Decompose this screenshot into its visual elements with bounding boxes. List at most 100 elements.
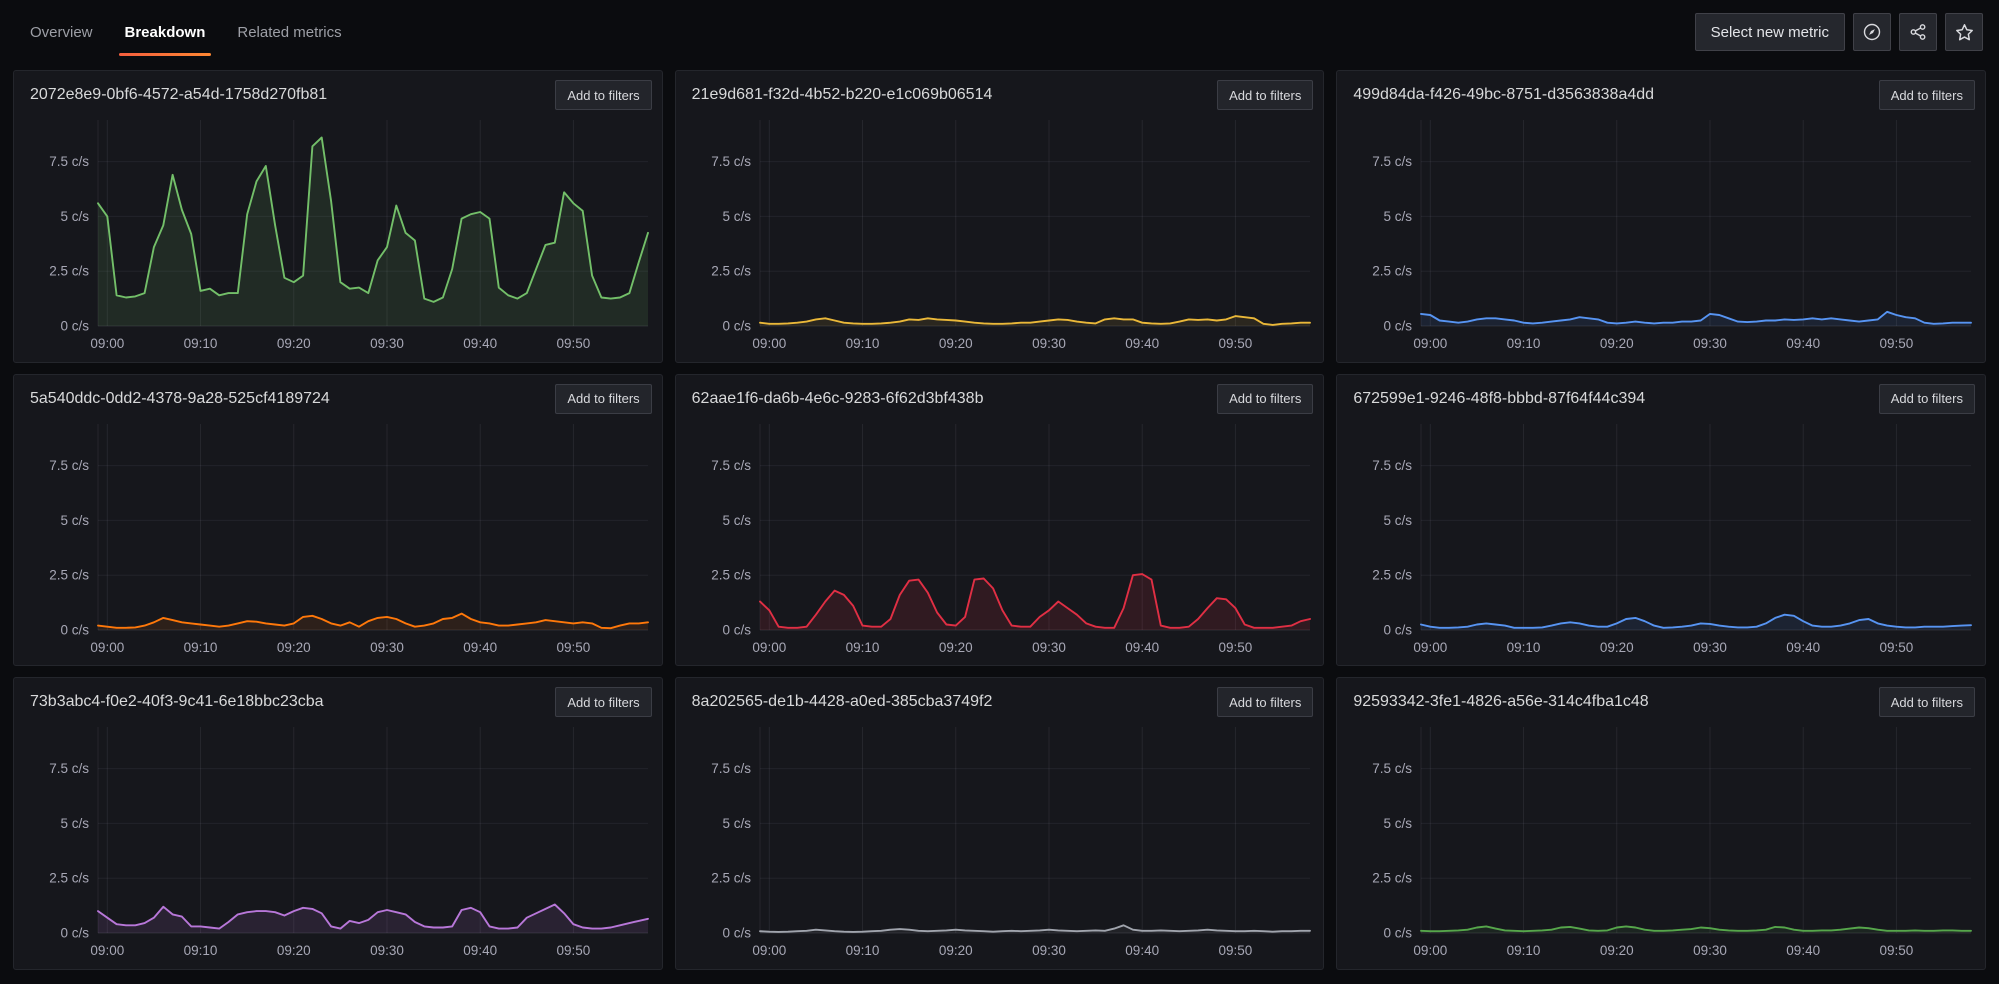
svg-text:5 c/s: 5 c/s [1384, 513, 1413, 528]
svg-text:09:40: 09:40 [1125, 943, 1159, 958]
svg-text:09:00: 09:00 [752, 943, 786, 958]
time-series-chart[interactable]: 0 c/s2.5 c/s5 c/s7.5 c/s09:0009:1009:200… [1337, 717, 1985, 969]
add-to-filters-button[interactable]: Add to filters [1217, 384, 1313, 414]
svg-text:09:00: 09:00 [90, 336, 124, 351]
svg-text:7.5 c/s: 7.5 c/s [1373, 458, 1413, 473]
time-series-chart[interactable]: 0 c/s2.5 c/s5 c/s7.5 c/s09:0009:1009:200… [14, 414, 662, 666]
share-icon [1908, 22, 1928, 42]
svg-text:09:50: 09:50 [1218, 336, 1252, 351]
panel-title: 73b3abc4-f0e2-40f3-9c41-6e18bbc23cba [30, 693, 324, 711]
svg-text:09:00: 09:00 [90, 943, 124, 958]
time-series-chart[interactable]: 0 c/s2.5 c/s5 c/s7.5 c/s09:0009:1009:200… [676, 110, 1324, 362]
panel-header: 499d84da-f426-49bc-8751-d3563838a4dd Add… [1337, 71, 1985, 110]
svg-text:09:20: 09:20 [1600, 640, 1634, 655]
time-series-chart[interactable]: 0 c/s2.5 c/s5 c/s7.5 c/s09:0009:1009:200… [676, 717, 1324, 969]
svg-text:2.5 c/s: 2.5 c/s [1373, 871, 1413, 886]
svg-text:09:30: 09:30 [370, 336, 404, 351]
svg-text:0 c/s: 0 c/s [1384, 319, 1413, 334]
star-icon [1954, 22, 1975, 43]
add-to-filters-button[interactable]: Add to filters [1217, 687, 1313, 717]
metric-panel: 5a540ddc-0dd2-4378-9a28-525cf4189724 Add… [13, 374, 663, 667]
panel-header: 62aae1f6-da6b-4e6c-9283-6f62d3bf438b Add… [676, 375, 1324, 414]
svg-text:5 c/s: 5 c/s [722, 513, 751, 528]
svg-text:09:10: 09:10 [184, 336, 218, 351]
time-series-chart[interactable]: 0 c/s2.5 c/s5 c/s7.5 c/s09:0009:1009:200… [1337, 110, 1985, 362]
metric-panel: 2072e8e9-0bf6-4572-a54d-1758d270fb81 Add… [13, 70, 663, 363]
select-new-metric-button[interactable]: Select new metric [1695, 13, 1845, 51]
tab-overview-label: Overview [30, 24, 93, 41]
svg-text:09:40: 09:40 [463, 943, 497, 958]
svg-text:7.5 c/s: 7.5 c/s [49, 154, 89, 169]
svg-text:09:50: 09:50 [557, 943, 591, 958]
svg-text:7.5 c/s: 7.5 c/s [711, 458, 751, 473]
add-to-filters-button[interactable]: Add to filters [1217, 80, 1313, 110]
svg-text:09:30: 09:30 [370, 943, 404, 958]
svg-text:2.5 c/s: 2.5 c/s [711, 264, 751, 279]
panel-header: 5a540ddc-0dd2-4378-9a28-525cf4189724 Add… [14, 375, 662, 414]
metric-panel: 73b3abc4-f0e2-40f3-9c41-6e18bbc23cba Add… [13, 677, 663, 970]
svg-text:09:20: 09:20 [939, 640, 973, 655]
metric-panel: 672599e1-9246-48f8-bbbd-87f64f44c394 Add… [1336, 374, 1986, 667]
time-series-chart[interactable]: 0 c/s2.5 c/s5 c/s7.5 c/s09:0009:1009:200… [1337, 414, 1985, 666]
svg-text:09:50: 09:50 [557, 640, 591, 655]
metric-panel: 21e9d681-f32d-4b52-b220-e1c069b06514 Add… [675, 70, 1325, 363]
svg-text:09:20: 09:20 [277, 640, 311, 655]
bookmark-button[interactable] [1945, 13, 1983, 51]
add-to-filters-button[interactable]: Add to filters [555, 80, 651, 110]
panel-header: 2072e8e9-0bf6-4572-a54d-1758d270fb81 Add… [14, 71, 662, 110]
svg-text:09:40: 09:40 [1125, 640, 1159, 655]
svg-text:7.5 c/s: 7.5 c/s [711, 154, 751, 169]
top-navigation: Overview Breakdown Related metrics Selec… [0, 0, 1999, 64]
svg-text:5 c/s: 5 c/s [722, 209, 751, 224]
svg-text:09:10: 09:10 [845, 336, 879, 351]
svg-text:09:40: 09:40 [1787, 640, 1821, 655]
svg-text:2.5 c/s: 2.5 c/s [711, 871, 751, 886]
svg-text:09:10: 09:10 [1507, 640, 1541, 655]
svg-text:0 c/s: 0 c/s [722, 622, 751, 637]
svg-text:2.5 c/s: 2.5 c/s [49, 264, 89, 279]
tab-breakdown[interactable]: Breakdown [109, 0, 222, 64]
svg-text:09:20: 09:20 [277, 336, 311, 351]
svg-text:7.5 c/s: 7.5 c/s [711, 761, 751, 776]
explore-button[interactable] [1853, 13, 1891, 51]
metric-panel: 499d84da-f426-49bc-8751-d3563838a4dd Add… [1336, 70, 1986, 363]
time-series-chart[interactable]: 0 c/s2.5 c/s5 c/s7.5 c/s09:0009:1009:200… [14, 717, 662, 969]
svg-text:7.5 c/s: 7.5 c/s [49, 458, 89, 473]
tab-related-metrics-label: Related metrics [237, 24, 341, 41]
svg-text:09:50: 09:50 [1880, 336, 1914, 351]
panel-header: 92593342-3fe1-4826-a56e-314c4fba1c48 Add… [1337, 678, 1985, 717]
svg-text:0 c/s: 0 c/s [60, 926, 89, 941]
svg-text:7.5 c/s: 7.5 c/s [49, 761, 89, 776]
svg-text:09:30: 09:30 [1032, 943, 1066, 958]
add-to-filters-button[interactable]: Add to filters [555, 384, 651, 414]
add-to-filters-button[interactable]: Add to filters [1879, 687, 1975, 717]
add-to-filters-button[interactable]: Add to filters [555, 687, 651, 717]
svg-text:5 c/s: 5 c/s [1384, 209, 1413, 224]
tab-breakdown-label: Breakdown [125, 24, 206, 41]
svg-text:2.5 c/s: 2.5 c/s [711, 567, 751, 582]
metric-panel: 62aae1f6-da6b-4e6c-9283-6f62d3bf438b Add… [675, 374, 1325, 667]
svg-text:09:30: 09:30 [370, 640, 404, 655]
add-to-filters-button[interactable]: Add to filters [1879, 384, 1975, 414]
svg-text:09:20: 09:20 [939, 943, 973, 958]
panel-title: 499d84da-f426-49bc-8751-d3563838a4dd [1353, 86, 1654, 104]
svg-text:2.5 c/s: 2.5 c/s [1373, 264, 1413, 279]
svg-text:09:10: 09:10 [1507, 943, 1541, 958]
panel-title: 5a540ddc-0dd2-4378-9a28-525cf4189724 [30, 390, 330, 408]
svg-text:09:30: 09:30 [1032, 640, 1066, 655]
tab-overview[interactable]: Overview [14, 0, 109, 64]
time-series-chart[interactable]: 0 c/s2.5 c/s5 c/s7.5 c/s09:0009:1009:200… [14, 110, 662, 362]
svg-text:2.5 c/s: 2.5 c/s [1373, 567, 1413, 582]
panel-title: 92593342-3fe1-4826-a56e-314c4fba1c48 [1353, 693, 1648, 711]
share-button[interactable] [1899, 13, 1937, 51]
panel-title: 672599e1-9246-48f8-bbbd-87f64f44c394 [1353, 390, 1645, 408]
panel-title: 62aae1f6-da6b-4e6c-9283-6f62d3bf438b [692, 390, 984, 408]
svg-text:5 c/s: 5 c/s [722, 816, 751, 831]
svg-text:09:10: 09:10 [845, 640, 879, 655]
tab-related-metrics[interactable]: Related metrics [221, 0, 357, 64]
svg-text:2.5 c/s: 2.5 c/s [49, 871, 89, 886]
metric-panels-grid: 2072e8e9-0bf6-4572-a54d-1758d270fb81 Add… [0, 64, 1999, 984]
svg-text:09:00: 09:00 [1414, 640, 1448, 655]
time-series-chart[interactable]: 0 c/s2.5 c/s5 c/s7.5 c/s09:0009:1009:200… [676, 414, 1324, 666]
add-to-filters-button[interactable]: Add to filters [1879, 80, 1975, 110]
